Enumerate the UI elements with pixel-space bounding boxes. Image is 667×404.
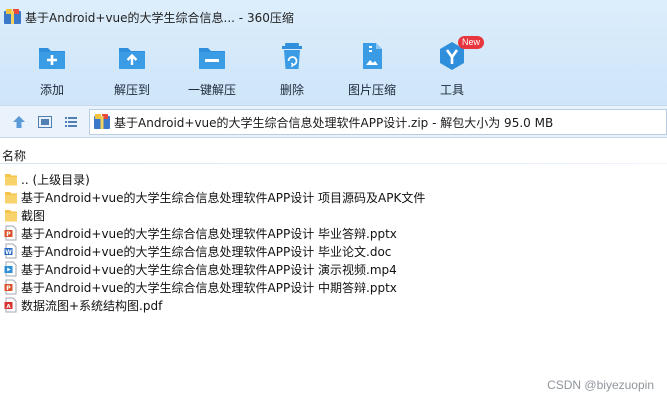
svg-text:P: P [6,285,11,292]
list-item[interactable]: 截图 [0,206,667,224]
window-top: 基于Android+vue的大学生综合信息... - 360压缩 添加 解压到 [0,0,667,105]
extract-to-button[interactable]: 解压到 [92,40,172,100]
delete-button[interactable]: 删除 [252,40,332,100]
list-item-name: 基于Android+vue的大学生综合信息处理软件APP设计 演示视频.mp4 [21,262,397,277]
svg-text:A: A [6,304,11,310]
zip-file-icon [94,114,110,129]
one-click-extract-icon [199,48,225,69]
toolbar: 添加 解压到 一键解压 删除 图片压缩 New 工具 [0,34,667,105]
list-view-icon[interactable] [63,114,79,130]
list-item[interactable]: W 基于Android+vue的大学生综合信息处理软件APP设计 毕业论文.do… [0,242,667,260]
one-click-extract-button[interactable]: 一键解压 [172,40,252,100]
add-icon [39,48,65,69]
column-header-name[interactable]: 名称 [2,147,26,164]
list-header: 名称 [0,147,667,164]
archive-app-icon [4,9,21,24]
list-item[interactable]: A 数据流图+系统结构图.pdf [0,296,667,314]
up-arrow-icon[interactable] [11,114,27,130]
list-item[interactable]: P 基于Android+vue的大学生综合信息处理软件APP设计 毕业答辩.pp… [0,224,667,242]
tools-label: 工具 [439,83,464,97]
delete-label: 删除 [279,83,304,97]
delete-icon [282,43,302,69]
tools-button[interactable]: New 工具 [412,36,492,100]
image-compress-icon [363,43,382,69]
address-bar[interactable]: 基于Android+vue的大学生综合信息处理软件APP设计.zip - 解包大… [89,109,667,135]
list-item-name: 截图 [21,208,46,223]
doc-icon: W [4,243,17,259]
video-icon [4,261,17,277]
list-item-name: .. (上级目录) [21,172,90,187]
list-item[interactable]: P 基于Android+vue的大学生综合信息处理软件APP设计 中期答辩.pp… [0,278,667,296]
image-compress-button[interactable]: 图片压缩 [332,40,412,100]
list-item-name: 基于Android+vue的大学生综合信息处理软件APP设计 毕业答辩.pptx [21,226,397,241]
pdf-icon: A [4,297,17,313]
list-item[interactable]: 基于Android+vue的大学生综合信息处理软件APP设计 演示视频.mp4 [0,260,667,278]
add-button[interactable]: 添加 [12,40,92,100]
one-click-extract-label: 一键解压 [187,83,236,97]
folder-up-icon [5,174,17,186]
list-item-name: 基于Android+vue的大学生综合信息处理软件APP设计 毕业论文.doc [21,244,392,259]
svg-text:W: W [5,249,12,256]
header-divider [0,163,667,164]
file-list: .. (上级目录) 基于Android+vue的大学生综合信息处理软件APP设计… [0,170,667,314]
extract-to-label: 解压到 [113,83,150,97]
list-item-parent-dir[interactable]: .. (上级目录) [0,170,667,188]
address-bar-row: 基于Android+vue的大学生综合信息处理软件APP设计.zip - 解包大… [0,105,667,138]
new-badge: New [458,36,485,49]
list-item-name: 基于Android+vue的大学生综合信息处理软件APP设计 中期答辩.pptx [21,280,397,295]
title-bar: 基于Android+vue的大学生综合信息... - 360压缩 [0,0,667,34]
extract-to-icon [119,48,145,69]
folder-icon [5,192,17,204]
address-path: 基于Android+vue的大学生综合信息处理软件APP设计.zip - 解包大… [114,115,554,130]
window-title: 基于Android+vue的大学生综合信息... - 360压缩 [25,11,294,25]
watermark: CSDN @biyezuopin [547,378,654,392]
pptx-icon: P [4,225,17,241]
list-item-name: 基于Android+vue的大学生综合信息处理软件APP设计 项目源码及APK文… [21,190,426,205]
list-item-name: 数据流图+系统结构图.pdf [21,298,163,313]
svg-text:P: P [6,231,11,238]
add-label: 添加 [39,83,64,97]
thumbnail-view-icon[interactable] [37,114,53,130]
folder-icon [5,210,17,222]
image-compress-label: 图片压缩 [347,83,396,97]
pptx-icon: P [4,279,17,295]
list-item[interactable]: 基于Android+vue的大学生综合信息处理软件APP设计 项目源码及APK文… [0,188,667,206]
